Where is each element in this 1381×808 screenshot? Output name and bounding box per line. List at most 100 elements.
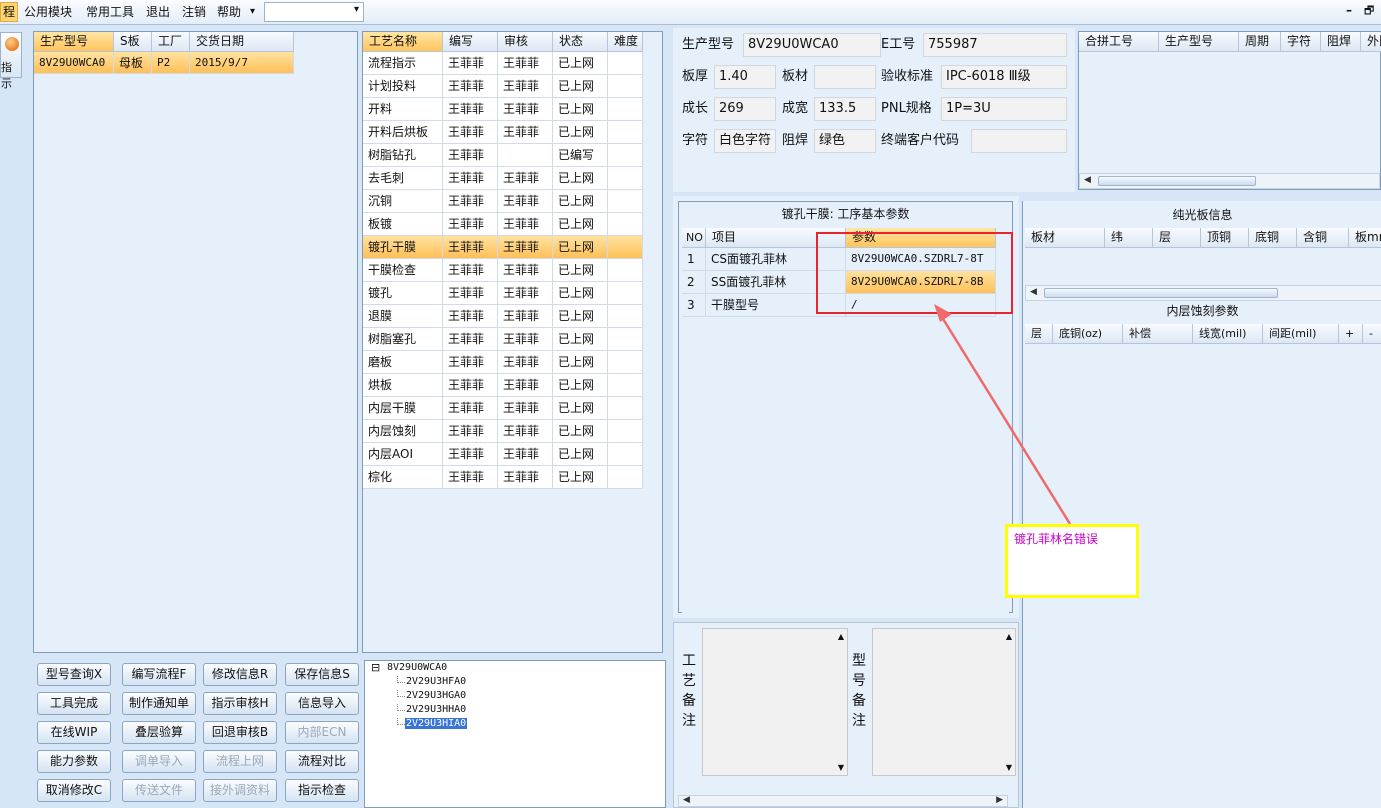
pnl-field[interactable]: 1P=3U bbox=[941, 97, 1067, 121]
action-button[interactable]: 型号查询X bbox=[37, 663, 111, 686]
combine-col[interactable]: 外队 bbox=[1361, 32, 1381, 52]
scroll-left-icon[interactable]: ◀ bbox=[1084, 175, 1091, 185]
process-col-status[interactable]: 状态 bbox=[553, 32, 608, 52]
process-col-name[interactable]: 工艺名称 bbox=[363, 32, 443, 52]
action-button[interactable]: 取消修改C bbox=[37, 779, 111, 802]
remarks-hscrollbar[interactable]: ◀ ▶ bbox=[678, 795, 1008, 807]
inner-etch-col[interactable]: + bbox=[1339, 324, 1363, 344]
std-field[interactable]: IPC-6018 Ⅲ级 bbox=[941, 65, 1067, 89]
process-cell-author: 王菲菲 bbox=[443, 236, 498, 259]
process-cell-review: 王菲菲 bbox=[498, 351, 553, 374]
orders-col-factory[interactable]: 工厂 bbox=[152, 32, 190, 52]
model-field[interactable]: 8V29U0WCA0 bbox=[743, 33, 881, 57]
pure-board-col[interactable]: 含铜 bbox=[1297, 228, 1349, 248]
process-col-author[interactable]: 编写 bbox=[443, 32, 498, 52]
scroll-down-icon[interactable]: ▼ bbox=[1006, 763, 1012, 772]
scroll-right-icon[interactable]: ▶ bbox=[996, 795, 1003, 805]
menu-item-help[interactable]: 帮助 bbox=[217, 4, 241, 20]
combine-col[interactable]: 周期 bbox=[1239, 32, 1281, 52]
scroll-up-icon[interactable]: ▲ bbox=[838, 632, 844, 641]
pure-board-col[interactable]: 纬 bbox=[1105, 228, 1153, 248]
inner-etch-col[interactable]: 间距(mil) bbox=[1263, 324, 1339, 344]
action-button[interactable]: 流程对比 bbox=[285, 750, 359, 773]
params-cell-no: 1 bbox=[682, 248, 706, 271]
action-button[interactable]: 编写流程F bbox=[122, 663, 196, 686]
scroll-left-icon[interactable]: ◀ bbox=[683, 795, 690, 805]
material-field[interactable] bbox=[814, 65, 876, 89]
tree-node[interactable]: 2V29U3HIA0 bbox=[405, 718, 468, 729]
pure-board-col[interactable]: 板材 bbox=[1025, 228, 1105, 248]
params-col-no[interactable]: NO bbox=[682, 228, 706, 248]
char-field[interactable]: 白色字符 bbox=[714, 129, 776, 153]
orders-col-model[interactable]: 生产型号 bbox=[34, 32, 114, 52]
menu-item-common-modules[interactable]: 公用模块 bbox=[24, 4, 72, 20]
process-cell-review: 王菲菲 bbox=[498, 282, 553, 305]
eno-field[interactable]: 755987 bbox=[923, 33, 1067, 57]
instruction-tool-button[interactable]: 指示 bbox=[0, 32, 22, 90]
orders-col-delivery[interactable]: 交货日期 bbox=[190, 32, 294, 52]
action-button[interactable]: 信息导入 bbox=[285, 692, 359, 715]
action-button[interactable]: 回退审核B bbox=[203, 721, 277, 744]
pure-board-col[interactable]: 层 bbox=[1153, 228, 1201, 248]
orders-panel: 生产型号 S板 工厂 交货日期 8V29U0WCA0 母板 P2 2015/9/… bbox=[33, 31, 358, 653]
process-col-review[interactable]: 审核 bbox=[498, 32, 553, 52]
minimize-button[interactable]: – bbox=[1346, 2, 1352, 18]
process-col-difficulty[interactable]: 难度 bbox=[608, 32, 643, 52]
model-remark-memo[interactable]: ▲ ▼ bbox=[872, 628, 1016, 776]
process-cell-name: 去毛刺 bbox=[363, 167, 443, 190]
combo-arrow-icon[interactable]: ▾ bbox=[354, 4, 359, 15]
pure-board-col[interactable]: 顶铜 bbox=[1201, 228, 1249, 248]
scroll-thumb[interactable] bbox=[1098, 176, 1256, 186]
combine-col[interactable]: 阻焊 bbox=[1321, 32, 1361, 52]
menu-item-exit[interactable]: 退出 bbox=[146, 4, 170, 20]
mask-field[interactable]: 绿色 bbox=[814, 129, 876, 153]
params-title: 镀孔干膜: 工序基本参数 bbox=[781, 207, 910, 221]
action-button[interactable]: 制作通知单 bbox=[122, 692, 196, 715]
scroll-down-icon[interactable]: ▼ bbox=[838, 763, 844, 772]
width-field[interactable]: 133.5 bbox=[814, 97, 876, 121]
pure-board-col[interactable]: 板mm bbox=[1349, 228, 1381, 248]
menu-item-logout[interactable]: 注销 bbox=[182, 4, 206, 20]
action-button[interactable]: 指示审核H bbox=[203, 692, 277, 715]
pure-board-col[interactable]: 底铜 bbox=[1249, 228, 1297, 248]
process-cell-status: 已上网 bbox=[553, 98, 608, 121]
cust-field[interactable] bbox=[971, 129, 1067, 153]
menu-item-common-tools[interactable]: 常用工具 bbox=[86, 4, 134, 20]
process-cell-status: 已上网 bbox=[553, 420, 608, 443]
action-button[interactable]: 指示检查 bbox=[285, 779, 359, 802]
inner-etch-col[interactable]: 线宽(mil) bbox=[1193, 324, 1263, 344]
action-button[interactable]: 保存信息S bbox=[285, 663, 359, 686]
scroll-up-icon[interactable]: ▲ bbox=[1006, 632, 1012, 641]
combine-col[interactable]: 合拼工号 bbox=[1079, 32, 1159, 52]
tree-node[interactable]: 2V29U3HFA0 bbox=[405, 676, 467, 687]
combine-col[interactable]: 生产型号 bbox=[1159, 32, 1239, 52]
process-cell-name: 计划投料 bbox=[363, 75, 443, 98]
combine-col[interactable]: 字符 bbox=[1281, 32, 1321, 52]
process-remark-memo[interactable]: ▲ ▼ bbox=[702, 628, 848, 776]
process-cell-review: 王菲菲 bbox=[498, 75, 553, 98]
tree-collapse-icon[interactable]: ⊟ bbox=[371, 661, 380, 674]
action-button[interactable]: 能力参数 bbox=[37, 750, 111, 773]
combine-hscrollbar[interactable]: ◀ bbox=[1079, 173, 1380, 189]
process-cell-author: 王菲菲 bbox=[443, 52, 498, 75]
inner-etch-col[interactable]: - bbox=[1363, 324, 1381, 344]
process-cell-author: 王菲菲 bbox=[443, 374, 498, 397]
process-cell-difficulty bbox=[608, 397, 643, 420]
tree-node[interactable]: 2V29U3HHA0 bbox=[405, 704, 467, 715]
tree-root[interactable]: 8V29U0WCA0 bbox=[387, 662, 447, 673]
action-button[interactable]: 在线WIP bbox=[37, 721, 111, 744]
process-cell-difficulty bbox=[608, 351, 643, 374]
dropdown-arrow-icon[interactable]: ▾ bbox=[250, 4, 255, 20]
orders-col-s[interactable]: S板 bbox=[114, 32, 152, 52]
thick-field[interactable]: 1.40 bbox=[714, 65, 776, 89]
tree-node[interactable]: 2V29U3HGA0 bbox=[405, 690, 467, 701]
len-field[interactable]: 269 bbox=[714, 97, 776, 121]
process-cell-status: 已上网 bbox=[553, 121, 608, 144]
inner-etch-col[interactable]: 补偿 bbox=[1123, 324, 1193, 344]
action-button[interactable]: 工具完成 bbox=[37, 692, 111, 715]
restore-button[interactable]: 🗗 bbox=[1364, 3, 1374, 19]
menu-item-process[interactable]: 程 bbox=[0, 2, 19, 22]
action-button[interactable]: 叠层验算 bbox=[122, 721, 196, 744]
menu-combo-box[interactable]: ▾ bbox=[264, 2, 364, 22]
action-button[interactable]: 修改信息R bbox=[203, 663, 277, 686]
